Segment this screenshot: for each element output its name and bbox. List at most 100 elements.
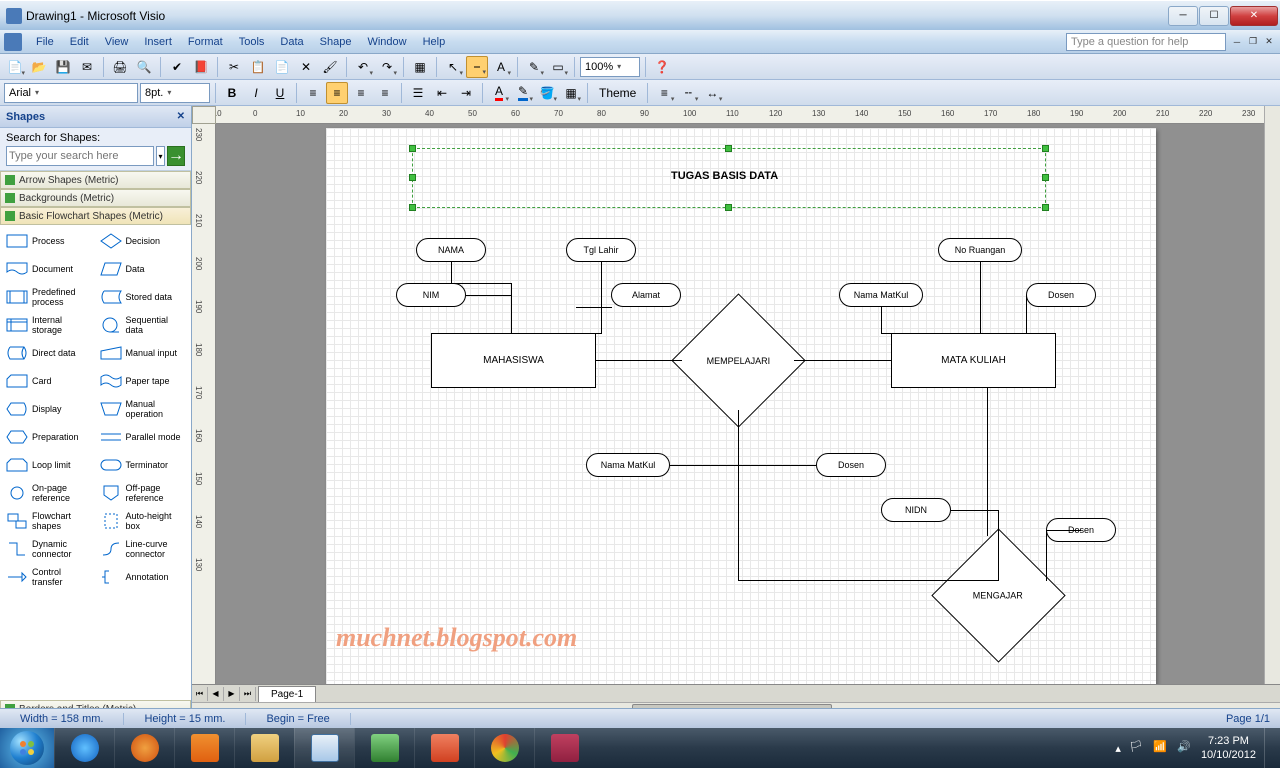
line-pattern-button[interactable]: ╌: [677, 82, 699, 104]
attr-nama[interactable]: NAMA: [416, 238, 486, 262]
justify-button[interactable]: ≡: [374, 82, 396, 104]
shape-paper-tape[interactable]: Paper tape: [96, 367, 190, 395]
attr-namamatkul2[interactable]: Nama MatKul: [586, 453, 670, 477]
stencil-backgrounds[interactable]: Backgrounds (Metric): [0, 189, 191, 207]
menu-shape[interactable]: Shape: [312, 34, 360, 50]
shape-line-curve-connector[interactable]: Line-curve connector: [96, 535, 190, 563]
save-button[interactable]: 💾: [52, 56, 74, 78]
taskbar-chrome[interactable]: [474, 728, 534, 768]
bullets-button[interactable]: ☰: [407, 82, 429, 104]
drawing-page[interactable]: TUGAS BASIS DATA NAMA NIM Tgl Lahir Alam…: [326, 128, 1156, 684]
start-button[interactable]: [0, 728, 54, 768]
taskbar-mediaplayer[interactable]: [174, 728, 234, 768]
research-button[interactable]: 📕: [190, 56, 212, 78]
tray-network-icon[interactable]: 📶: [1153, 740, 1169, 756]
visio-icon[interactable]: [4, 33, 22, 51]
shape-parallel-mode[interactable]: Parallel mode: [96, 423, 190, 451]
open-button[interactable]: 📂: [28, 56, 50, 78]
rel-mempelajari[interactable]: MEMPELAJARI: [671, 293, 805, 427]
mdi-minimize[interactable]: ─: [1230, 35, 1244, 49]
shape-dynamic-connector[interactable]: Dynamic connector: [2, 535, 96, 563]
attr-dosen2[interactable]: Dosen: [816, 453, 886, 477]
pointer-tool-button[interactable]: ↖: [442, 56, 464, 78]
rectangle-tool-button[interactable]: ▭: [547, 56, 569, 78]
taskbar-firefox[interactable]: [114, 728, 174, 768]
shape-process[interactable]: Process: [2, 227, 96, 255]
shapes-window-button[interactable]: ▦: [409, 56, 431, 78]
increase-indent-button[interactable]: ⇥: [455, 82, 477, 104]
shape-direct-data[interactable]: Direct data: [2, 339, 96, 367]
ruler-vertical[interactable]: 230220210200190180170160150140130: [192, 124, 216, 684]
show-desktop-button[interactable]: [1264, 728, 1272, 768]
menu-view[interactable]: View: [97, 34, 137, 50]
stencil-basic-flowchart[interactable]: Basic Flowchart Shapes (Metric): [0, 207, 191, 225]
align-left-button[interactable]: ≡: [302, 82, 324, 104]
close-button[interactable]: ✕: [1230, 6, 1278, 26]
attr-namatkul[interactable]: Nama MatKul: [839, 283, 923, 307]
taskbar-visio[interactable]: [294, 728, 354, 768]
search-go-button[interactable]: →: [167, 146, 185, 166]
shape-predefined[interactable]: Predefined process: [2, 283, 96, 311]
text-tool-button[interactable]: A: [490, 56, 512, 78]
shape-card[interactable]: Card: [2, 367, 96, 395]
scrollbar-vertical[interactable]: [1264, 106, 1280, 684]
tab-first-button[interactable]: ⏮: [192, 687, 208, 701]
bold-button[interactable]: B: [221, 82, 243, 104]
email-button[interactable]: ✉: [76, 56, 98, 78]
taskbar-explorer[interactable]: [234, 728, 294, 768]
shapes-close-icon[interactable]: ✕: [177, 111, 185, 122]
attr-nim[interactable]: NIM: [396, 283, 466, 307]
shape-internal-storage[interactable]: Internal storage: [2, 311, 96, 339]
attr-dosen[interactable]: Dosen: [1026, 283, 1096, 307]
menu-format[interactable]: Format: [180, 34, 231, 50]
shape-decision[interactable]: Decision: [96, 227, 190, 255]
tray-show-hidden-icon[interactable]: ▴: [1115, 742, 1121, 755]
font-select[interactable]: Arial: [4, 83, 138, 103]
shapes-search-input[interactable]: [6, 146, 154, 166]
underline-button[interactable]: U: [269, 82, 291, 104]
maximize-button[interactable]: ☐: [1199, 6, 1229, 26]
format-painter-button[interactable]: 🖌: [319, 56, 341, 78]
taskbar-access[interactable]: [534, 728, 594, 768]
tab-last-button[interactable]: ⏭: [240, 687, 256, 701]
theme-button[interactable]: Theme: [593, 82, 642, 104]
mdi-restore[interactable]: ❐: [1246, 35, 1260, 49]
size-select[interactable]: 8pt.: [140, 83, 210, 103]
shape-control-transfer[interactable]: Control transfer: [2, 563, 96, 591]
shape-preparation[interactable]: Preparation: [2, 423, 96, 451]
italic-button[interactable]: I: [245, 82, 267, 104]
shapes-list[interactable]: ProcessDecision DocumentData Predefined …: [0, 225, 191, 700]
attr-alamat[interactable]: Alamat: [611, 283, 681, 307]
ink-tool-button[interactable]: ✎: [523, 56, 545, 78]
taskbar-app1[interactable]: [354, 728, 414, 768]
shape-sequential-data[interactable]: Sequential data: [96, 311, 190, 339]
shape-document[interactable]: Document: [2, 255, 96, 283]
menu-tools[interactable]: Tools: [231, 34, 273, 50]
tray-clock[interactable]: 7:23 PM 10/10/2012: [1201, 734, 1256, 763]
menu-insert[interactable]: Insert: [136, 34, 180, 50]
tray-flag-icon[interactable]: 🏳: [1129, 740, 1145, 756]
menu-help[interactable]: Help: [415, 34, 454, 50]
help-search-box[interactable]: Type a question for help: [1066, 33, 1226, 51]
redo-button[interactable]: ↷: [376, 56, 398, 78]
search-dropdown-button[interactable]: ▾: [156, 146, 165, 166]
help-button[interactable]: ❓: [651, 56, 673, 78]
shape-stored-data[interactable]: Stored data: [96, 283, 190, 311]
menu-window[interactable]: Window: [359, 34, 414, 50]
shape-loop-limit[interactable]: Loop limit: [2, 451, 96, 479]
menu-file[interactable]: File: [28, 34, 62, 50]
connector-tool-button[interactable]: ⎯: [466, 56, 488, 78]
line-ends-button[interactable]: ↔: [701, 82, 723, 104]
taskbar-app2[interactable]: [414, 728, 474, 768]
spelling-button[interactable]: ✔: [166, 56, 188, 78]
menu-edit[interactable]: Edit: [62, 34, 97, 50]
shape-display[interactable]: Display: [2, 395, 96, 423]
attr-noruangan[interactable]: No Ruangan: [938, 238, 1022, 262]
print-preview-button[interactable]: 🔍: [133, 56, 155, 78]
mdi-close[interactable]: ✕: [1262, 35, 1276, 49]
shadow-button[interactable]: ▦: [560, 82, 582, 104]
shape-annotation[interactable]: Annotation: [96, 563, 190, 591]
shape-data[interactable]: Data: [96, 255, 190, 283]
tab-page-1[interactable]: Page-1: [258, 686, 316, 702]
ruler-horizontal[interactable]: -100102030405060708090100110120130140150…: [216, 106, 1264, 124]
